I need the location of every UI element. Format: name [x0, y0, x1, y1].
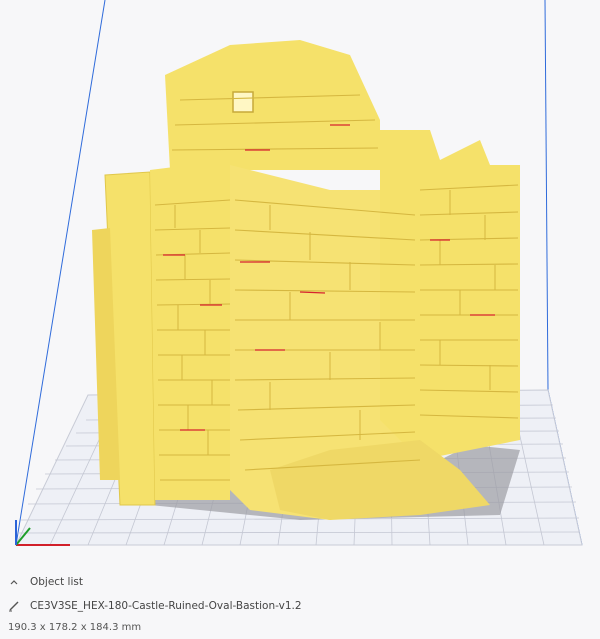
build-volume-edge — [544, 0, 549, 391]
object-row[interactable]: CE3V3SE_HEX-180-Castle-Ruined-Oval-Basti… — [0, 598, 302, 614]
chevron-up-icon[interactable] — [6, 574, 22, 590]
3d-viewport[interactable] — [0, 0, 600, 560]
object-list-header[interactable]: Object list — [0, 574, 83, 590]
castle-model[interactable] — [92, 40, 520, 520]
object-name: CE3V3SE_HEX-180-Castle-Ruined-Oval-Basti… — [30, 600, 302, 612]
viewport-canvas — [15, 0, 583, 546]
object-dimensions: 190.3 x 178.2 x 184.3 mm — [8, 622, 142, 633]
pencil-icon[interactable] — [6, 598, 22, 614]
object-list-label: Object list — [30, 576, 83, 588]
object-list-panel: Object list CE3V3SE_HEX-180-Castle-Ruine… — [0, 560, 600, 639]
